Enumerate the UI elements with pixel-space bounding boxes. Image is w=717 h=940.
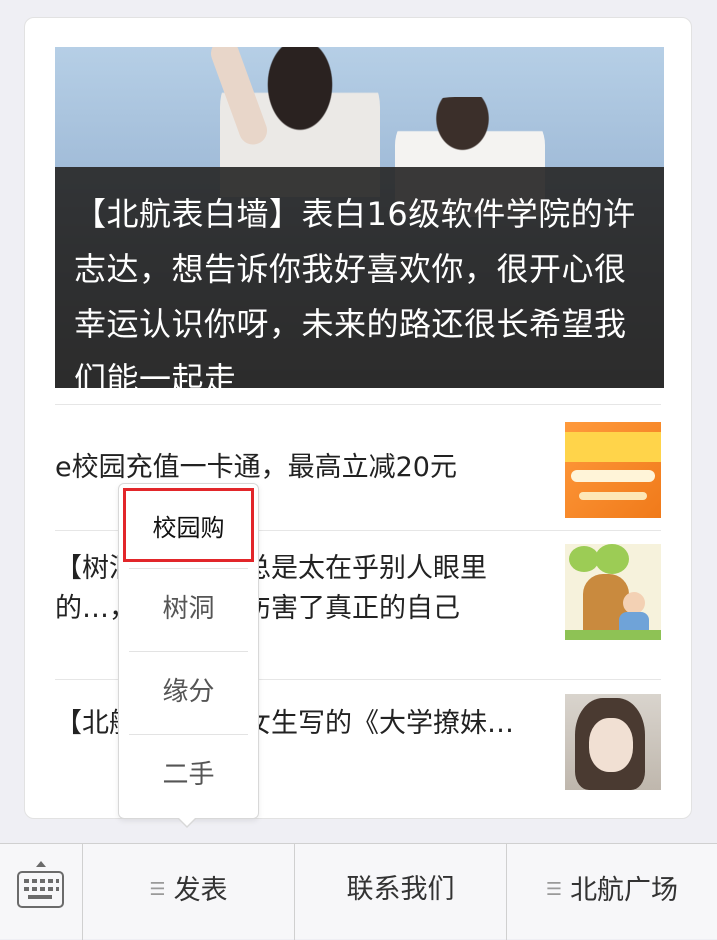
campus-card-promo-image — [565, 422, 661, 518]
menu-lines-icon: ☰ — [149, 879, 166, 900]
promo-strip-shape — [579, 492, 647, 500]
girl-portrait-photo — [565, 694, 661, 790]
hero-article[interactable]: 【北航表白墙】表白16级软件学院的许志达，想告诉你我好喜欢你，很开心很幸运认识你… — [55, 47, 664, 388]
promo-strip-shape — [571, 470, 655, 482]
tab-contact-us[interactable]: 联系我们 — [295, 844, 506, 940]
face-shape — [589, 718, 633, 772]
menu-item-campus-shop[interactable]: 校园购 — [123, 488, 254, 562]
leaf-shape — [595, 544, 629, 574]
article-title: e校园充值一卡通，最高立减20元 — [55, 452, 457, 483]
promo-banner-shape — [565, 432, 661, 462]
caret-up-icon — [36, 861, 46, 867]
hero-title: 【北航表白墙】表白16级软件学院的许志达，想告诉你我好喜欢你，很开心很幸运认识你… — [74, 195, 636, 388]
tree-hole-illustration — [565, 544, 661, 640]
menu-lines-icon: ☰ — [545, 879, 563, 900]
menu-item-tree-hole[interactable]: 树洞 — [119, 569, 258, 650]
ground-shape — [565, 630, 661, 640]
keyboard-icon — [17, 871, 64, 908]
menu-item-fate[interactable]: 缘分 — [119, 652, 258, 733]
keyboard-toggle-button[interactable] — [0, 844, 83, 940]
bottom-menu-bar: ☰ 发表 联系我们 ☰ 北航广场 — [0, 843, 717, 940]
tab-label: 发表 — [173, 875, 228, 906]
divider — [55, 404, 661, 405]
tab-label: 联系我们 — [346, 874, 455, 905]
tab-publish[interactable]: ☰ 发表 — [83, 844, 294, 940]
menu-item-second-hand[interactable]: 二手 — [119, 735, 258, 816]
boy-head-shape — [623, 592, 645, 614]
publish-popup-menu: 校园购 树洞 缘分 二手 — [118, 483, 259, 819]
tab-beihang-square[interactable]: ☰ 北航广场 — [507, 844, 717, 940]
tab-label: 北航广场 — [570, 875, 679, 906]
menu-pointer-fill — [178, 817, 196, 826]
